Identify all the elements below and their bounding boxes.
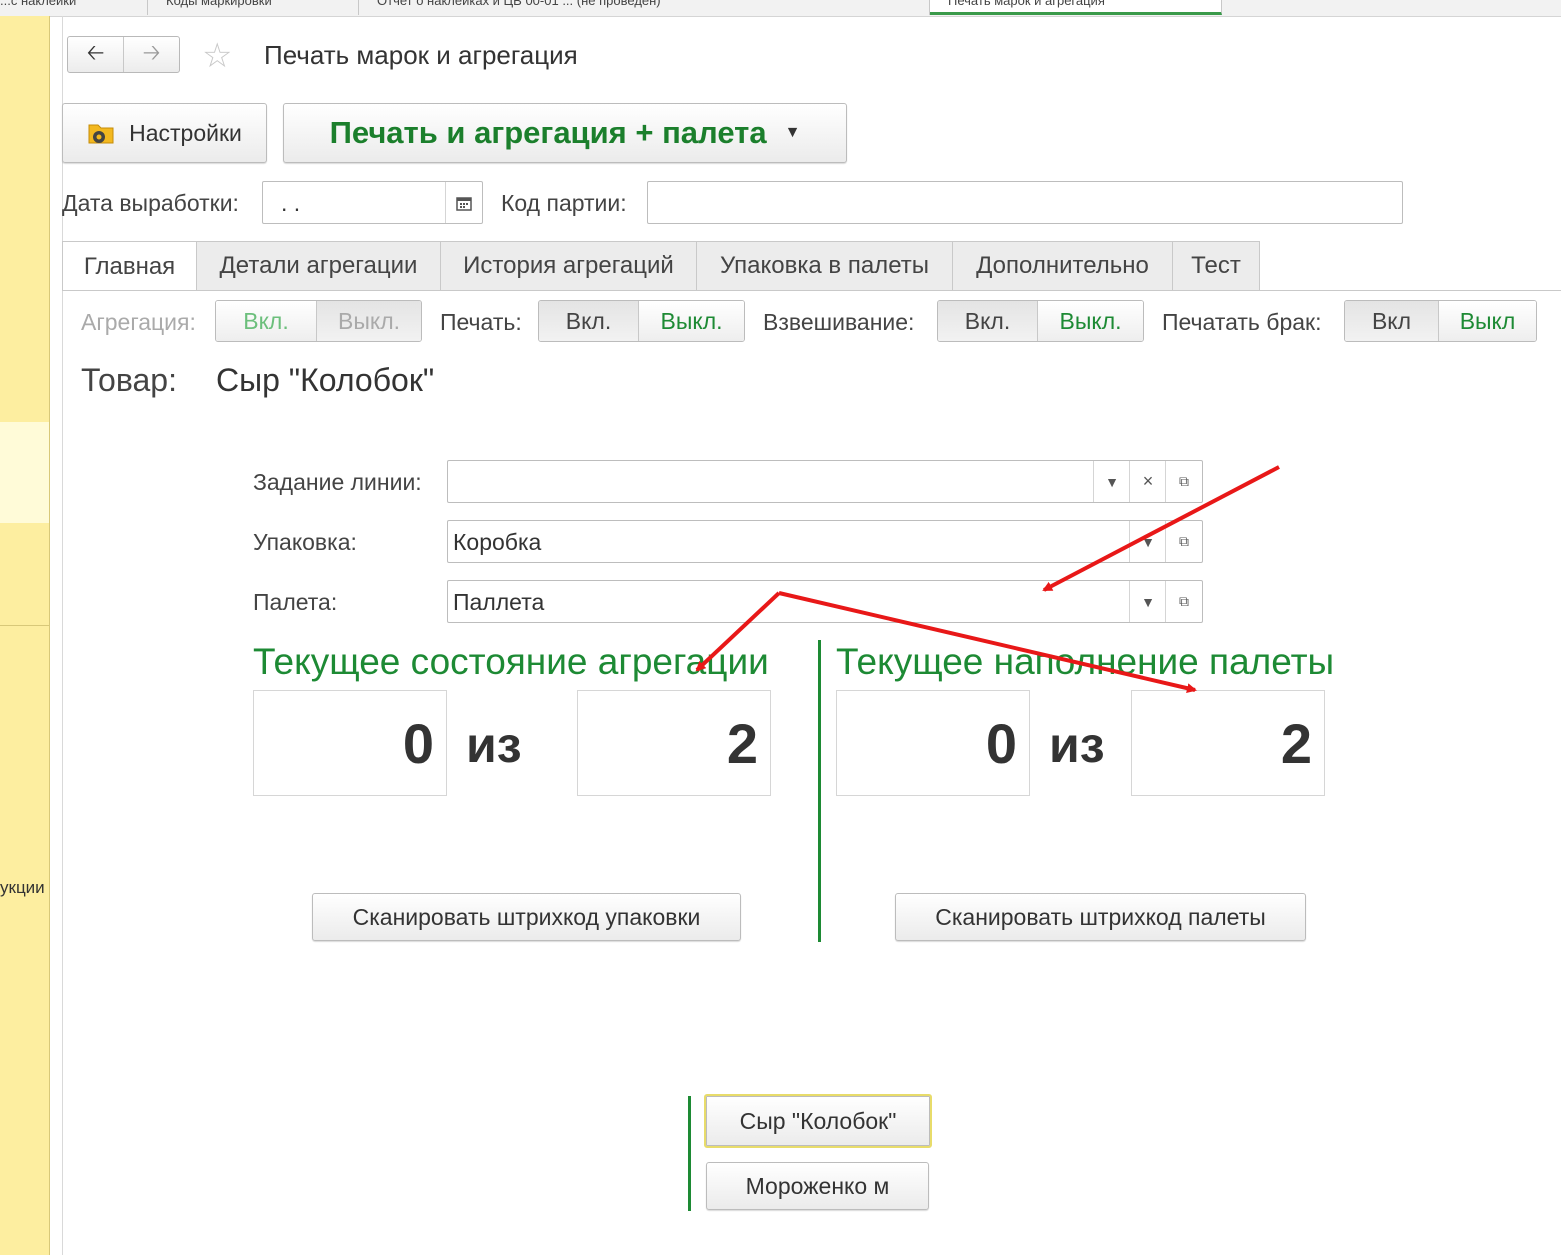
chevron-down-icon[interactable]: ▼ [1093,461,1130,502]
tab-additional[interactable]: Дополнительно [952,241,1173,290]
print-defect-toggle[interactable]: Вкл Выкл [1344,300,1537,342]
window-tab-active[interactable]: Печать марок и агрегация [930,0,1222,15]
line-task-label: Задание линии: [253,469,422,495]
arrow-right-icon: 🡢 [142,39,161,65]
aggregation-toggle[interactable]: Вкл. Выкл. [215,300,422,342]
print-aggregate-label: Печать и агрегация + палета [329,115,767,150]
gear-folder-icon [87,119,115,147]
sidebar-item-label[interactable]: укции [0,878,45,898]
tab-main[interactable]: Главная [62,241,197,291]
weighing-off-button[interactable]: Выкл. [1037,301,1143,341]
packaging-label: Упаковка: [253,529,357,555]
scan-pallet-barcode-button[interactable]: Сканировать штрихкод палеты [895,893,1306,941]
window-tab-strip: ...с наклейки Коды маркировки Отчет о на… [0,0,1561,17]
sidebar-divider [0,625,49,626]
pallet-value: Паллета [453,589,545,615]
dropdown-caret-icon[interactable]: ▼ [785,124,801,142]
product-button[interactable]: Мороженко м [706,1162,929,1210]
print-on-button[interactable]: Вкл. [539,301,639,341]
pallet-label: Палета: [253,589,338,615]
pallet-current-count: 0 [836,690,1030,796]
aggregation-total-count: 2 [577,690,771,796]
chevron-down-icon[interactable]: ▼ [1129,581,1166,622]
window-tab[interactable]: Отчет о наклейках и ЦВ 00-01 ... (не про… [359,0,930,15]
weighing-toggle[interactable]: Вкл. Выкл. [937,300,1144,342]
pallet-total-count: 2 [1131,690,1325,796]
aggregation-off-button[interactable]: Выкл. [316,301,421,341]
back-button[interactable]: 🡠 [68,37,123,72]
open-icon[interactable]: ⧉ [1165,521,1202,562]
packaging-field[interactable]: Коробка ▼ ⧉ [447,520,1203,563]
batch-code-field[interactable] [647,181,1403,224]
print-off-button[interactable]: Выкл. [638,301,744,341]
tab-aggregation-history[interactable]: История агрегаций [440,241,697,290]
batch-code-label: Код партии: [501,190,627,216]
aggregation-state-title: Текущее состояние агрегации [253,641,769,682]
clear-icon[interactable]: × [1129,461,1166,502]
aggregation-toggle-label: Агрегация: [81,309,196,335]
open-icon[interactable]: ⧉ [1165,581,1202,622]
page-title: Печать марок и агрегация [264,40,578,70]
weighing-toggle-label: Взвешивание: [763,309,915,335]
chevron-down-icon[interactable]: ▼ [1129,521,1166,562]
product-button-selected[interactable]: Сыр "Колобок" [704,1094,932,1148]
window-tab[interactable]: Коды маркировки [148,0,359,15]
window-tab[interactable]: ...с наклейки [0,0,148,15]
print-defect-on-button[interactable]: Вкл [1345,301,1439,341]
pallet-field[interactable]: Паллета ▼ ⧉ [447,580,1203,623]
nav-buttons: 🡠 🡢 [67,36,180,73]
aggregation-current-count: 0 [253,690,447,796]
calendar-icon[interactable] [445,182,482,223]
sidebar [0,16,50,1255]
product-list-bar [688,1096,691,1211]
settings-button[interactable]: Настройки [62,103,267,163]
packaging-value: Коробка [453,529,542,555]
production-date-field[interactable]: . . [262,181,483,224]
print-toggle[interactable]: Вкл. Выкл. [538,300,745,342]
print-aggregate-button[interactable]: Печать и агрегация + палета ▼ [283,103,847,163]
scan-package-barcode-button[interactable]: Сканировать штрихкод упаковки [312,893,741,941]
favorite-star-icon[interactable]: ☆ [202,36,232,76]
open-icon[interactable]: ⧉ [1165,461,1202,502]
aggregation-of-separator: из [466,717,522,773]
sidebar-item-selected[interactable] [0,422,49,523]
aggregation-on-button[interactable]: Вкл. [216,301,317,341]
tab-aggregation-details[interactable]: Детали агрегации [196,241,441,290]
production-date-label: Дата выработки: [62,190,239,216]
forward-button[interactable]: 🡢 [123,37,179,72]
production-date-value: . . [281,190,301,216]
tab-test[interactable]: Тест [1172,241,1260,290]
print-toggle-label: Печать: [440,309,522,335]
arrow-left-icon: 🡠 [86,39,105,65]
pallet-fill-title: Текущее наполнение палеты [836,641,1335,682]
product-value: Сыр "Колобок" [216,362,435,398]
print-defect-off-button[interactable]: Выкл [1438,301,1536,341]
print-defect-toggle-label: Печатать брак: [1162,309,1322,335]
line-task-field[interactable]: ▼ × ⧉ [447,460,1203,503]
product-label: Товар: [81,362,177,398]
settings-label: Настройки [129,119,242,146]
weighing-on-button[interactable]: Вкл. [938,301,1038,341]
pallet-of-separator: из [1049,717,1105,773]
tab-pallet-packing[interactable]: Упаковка в палеты [696,241,953,290]
section-divider [818,640,821,942]
tab-underline [62,290,1561,291]
